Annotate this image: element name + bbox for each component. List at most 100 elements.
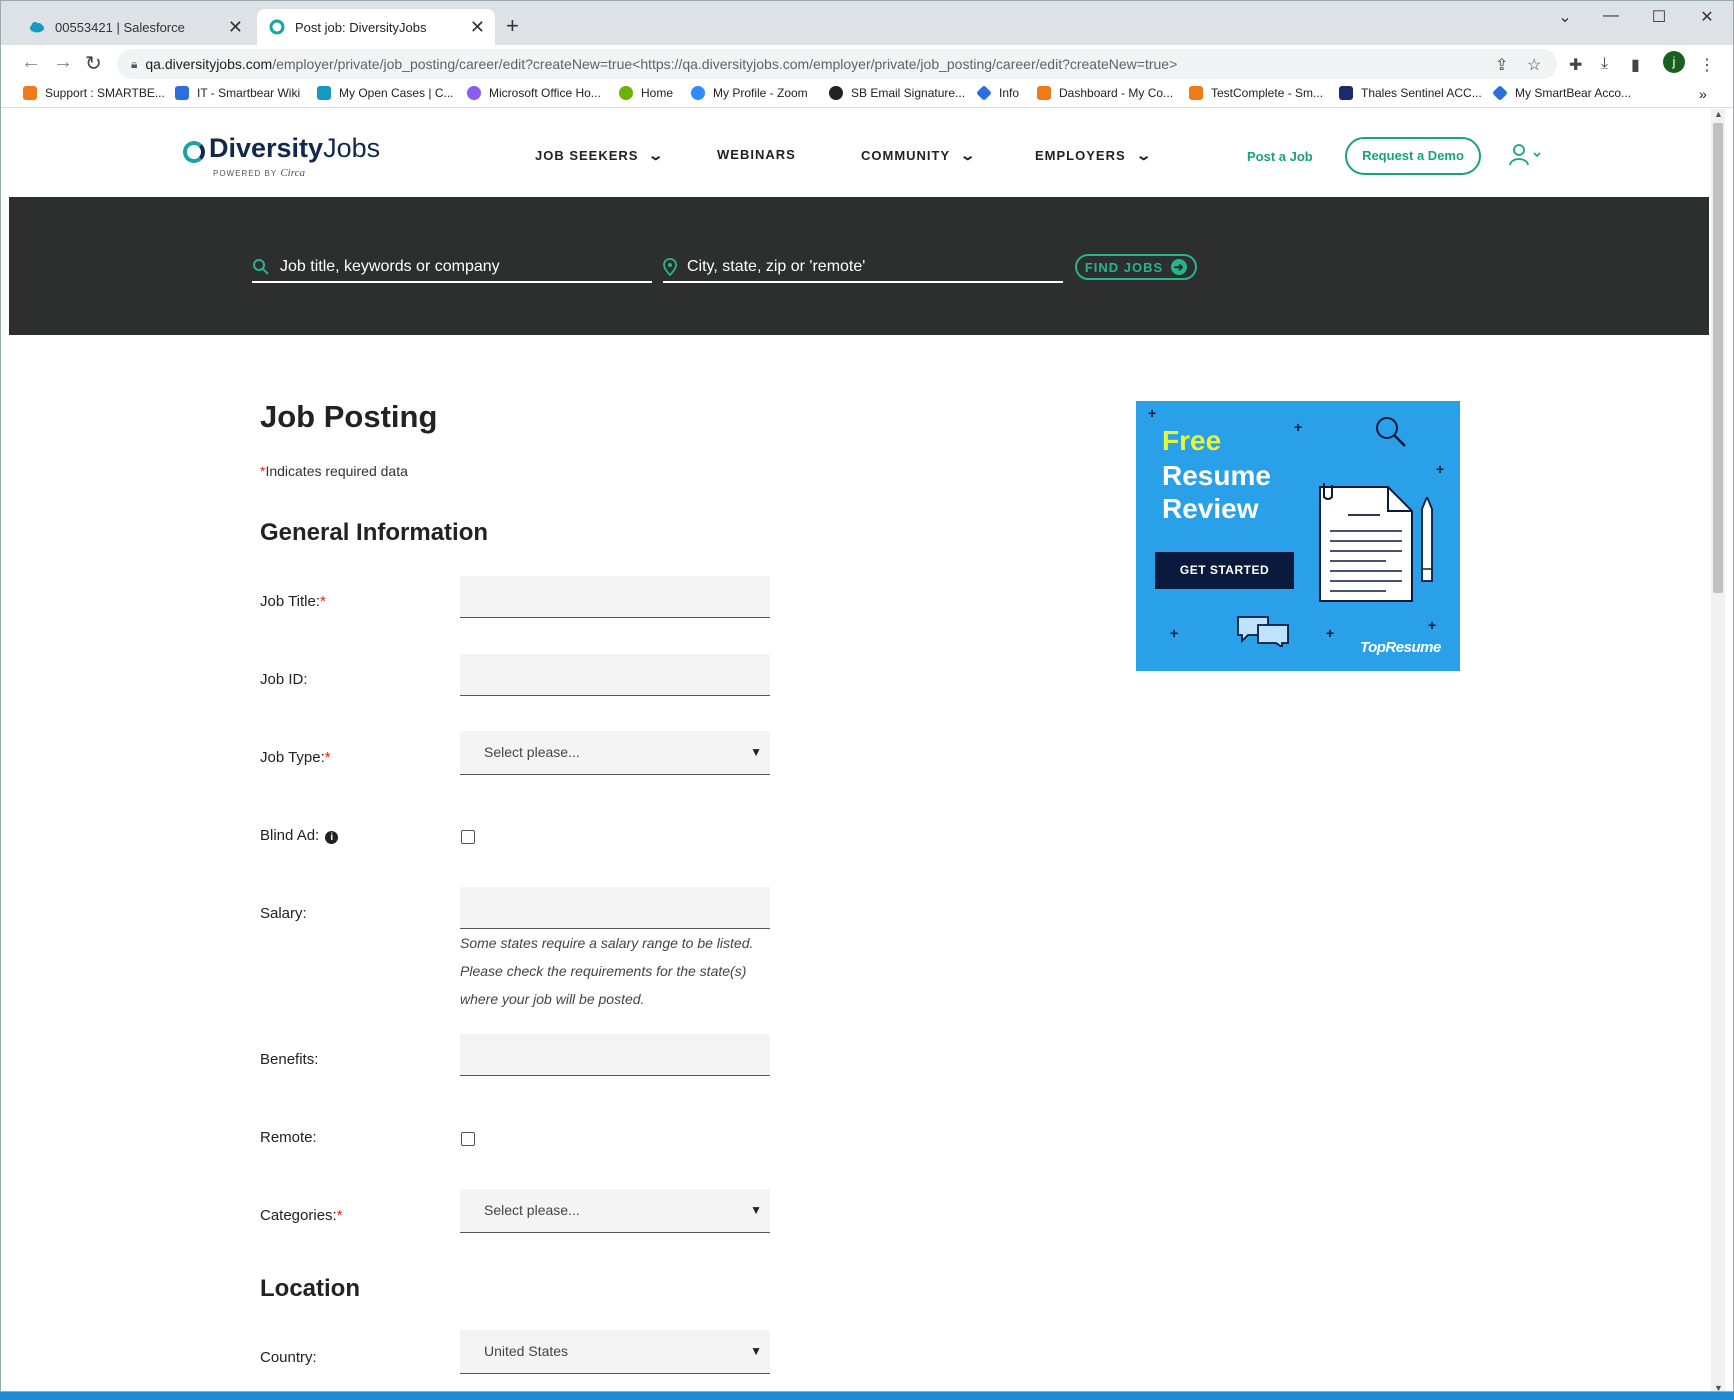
diamond-icon [976,85,992,101]
required-note: *Indicates required data [260,463,408,479]
scroll-down-arrow-icon[interactable]: ▼ [1714,1383,1723,1391]
menu-kebab-icon[interactable]: ⋮ [1699,55,1715,75]
info-icon[interactable]: i [325,831,339,844]
location-search-input[interactable]: City, state, zip or 'remote' [663,253,1063,283]
request-demo-button[interactable]: Request a Demo [1345,137,1481,175]
back-arrow-icon[interactable]: ← [21,51,41,74]
find-jobs-button[interactable]: FIND JOBS ➜ [1075,254,1197,280]
browser-window: 00553421 | Salesforce ✕ Post job: Divers… [0,0,1734,1392]
salary-label: Salary: [260,905,307,922]
bookmark-dashboard[interactable]: Dashboard - My Co... [1037,86,1173,100]
job-id-label: Job ID: [260,671,308,688]
job-title-input[interactable] [460,576,770,618]
salary-input[interactable] [460,887,770,929]
extensions-puzzle-icon[interactable]: ✚ [1569,55,1582,75]
close-window-icon[interactable]: ✕ [1692,7,1722,27]
bookmark-label: SB Email Signature... [851,86,966,100]
side-panel-icon[interactable]: ▮ [1631,55,1640,75]
resume-document-icon [1319,483,1413,602]
ad-headline-rest: Resume Review [1162,460,1271,524]
user-account-icon[interactable] [1509,143,1541,167]
download-icon[interactable]: ⤓ [1601,55,1608,73]
tab-title: 00553421 | Salesforce [55,19,185,35]
page-viewport: DiversityJobs POWERED BY Circa JOB SEEKE… [9,109,1709,1391]
plus-decor-icon: + [1428,617,1437,633]
remote-checkbox[interactable] [461,1132,475,1146]
bookmark-testcomplete[interactable]: TestComplete - Sm... [1189,86,1323,100]
resume-review-ad[interactable]: + + + + + + Free Resume Review GET STARTE… [1136,401,1460,671]
new-tab-icon[interactable]: + [506,13,519,39]
forward-arrow-icon[interactable]: → [53,51,73,74]
minimize-icon[interactable]: — [1596,7,1626,25]
nav-job-seekers[interactable]: JOB SEEKERS ⌄ [535,147,666,164]
chevron-down-icon: ⌄ [647,147,666,163]
bookmark-label: Microsoft Office Ho... [489,86,601,100]
zoom-icon [691,86,705,100]
nav-employers[interactable]: EMPLOYERS ⌄ [1035,147,1152,164]
reload-icon[interactable]: ↻ [85,51,102,76]
chevron-down-icon: ▼ [750,1344,762,1358]
more-bookmarks-icon[interactable]: » [1699,86,1707,102]
bookmark-office[interactable]: Microsoft Office Ho... [467,86,601,100]
bookmark-label: My Open Cases | C... [339,86,454,100]
logo-powered-by: POWERED BY Circa [213,167,305,179]
bookmark-label: Home [641,86,674,100]
site-header: DiversityJobs POWERED BY Circa JOB SEEKE… [9,109,1709,197]
bookmark-info[interactable]: Info [976,85,1020,101]
bookmark-label: Info [999,86,1020,100]
smartbear-icon [1189,86,1203,100]
job-id-input[interactable] [460,654,770,696]
keyword-search-input[interactable]: Job title, keywords or company [252,253,652,283]
benefits-input[interactable] [460,1034,770,1076]
country-select[interactable]: United States ▼ [460,1330,770,1374]
salesforce-cloud-icon [29,19,45,35]
bookmark-thales[interactable]: Thales Sentinel ACC... [1339,86,1482,100]
address-bar[interactable]: 🔒︎ qa.diversityjobs.com/employer/private… [117,49,1557,79]
bookmark-zoom[interactable]: My Profile - Zoom [691,86,808,100]
bookmark-it-wiki[interactable]: IT - Smartbear Wiki [175,86,300,100]
job-type-select[interactable]: Select please... ▼ [460,731,770,775]
bookmark-home[interactable]: Home [619,86,673,100]
post-a-job-link[interactable]: Post a Job [1247,149,1313,164]
scrollbar-thumb[interactable] [1713,123,1723,593]
tab-diversityjobs[interactable]: Post job: DiversityJobs ✕ [257,9,495,45]
bookmark-label: Dashboard - My Co... [1059,86,1174,100]
tab-close-icon[interactable]: ✕ [470,17,485,38]
bookmark-label: TestComplete - Sm... [1211,86,1324,100]
section-general-information: General Information [260,519,489,546]
blind-ad-checkbox[interactable] [461,830,475,844]
bookmark-open-cases[interactable]: My Open Cases | C... [317,86,454,100]
topresume-logo: TopResume [1360,639,1441,656]
nav-webinars[interactable]: WEBINARS [717,147,796,162]
plus-decor-icon: + [1294,419,1303,435]
signature-icon [829,86,843,100]
bookmark-support[interactable]: Support : SMARTBE... [23,86,165,100]
office-icon [467,86,481,100]
share-icon[interactable]: ⇪ [1495,55,1508,75]
profile-avatar[interactable]: j [1663,51,1685,73]
plus-decor-icon: + [1436,461,1445,477]
categories-select[interactable]: Select please... ▼ [460,1189,770,1233]
confluence-icon [175,86,189,100]
tab-close-icon[interactable]: ✕ [228,17,243,38]
page-scrollbar[interactable]: ▲ ▼ [1711,109,1725,1391]
nav-community[interactable]: COMMUNITY ⌄ [861,147,976,164]
search-icon [253,259,269,275]
tab-strip: 00553421 | Salesforce ✕ Post job: Divers… [1,1,1733,45]
bookmark-email-signature[interactable]: SB Email Signature... [829,86,965,100]
smartbear-icon [1037,86,1051,100]
tab-salesforce[interactable]: 00553421 | Salesforce ✕ [17,9,253,45]
bookmark-label: Thales Sentinel ACC... [1361,86,1482,100]
get-started-button[interactable]: GET STARTED [1155,552,1294,589]
bookmark-smartbear-account[interactable]: My SmartBear Acco... [1492,85,1632,101]
bookmark-star-icon[interactable]: ☆ [1527,55,1541,75]
ad-headline-free: Free [1162,425,1222,456]
section-location: Location [260,1275,360,1302]
tab-search-chevron-icon[interactable]: ⌄ [1550,7,1580,27]
scroll-up-arrow-icon[interactable]: ▲ [1714,109,1723,119]
salesforce-cloud-icon [317,86,331,100]
plus-decor-icon: + [1170,625,1179,641]
maximize-icon[interactable]: ☐ [1644,7,1674,27]
bookmark-label: My SmartBear Acco... [1515,86,1632,100]
browser-toolbar: ← → ↻ 🔒︎ qa.diversityjobs.com/employer/p… [1,45,1733,81]
